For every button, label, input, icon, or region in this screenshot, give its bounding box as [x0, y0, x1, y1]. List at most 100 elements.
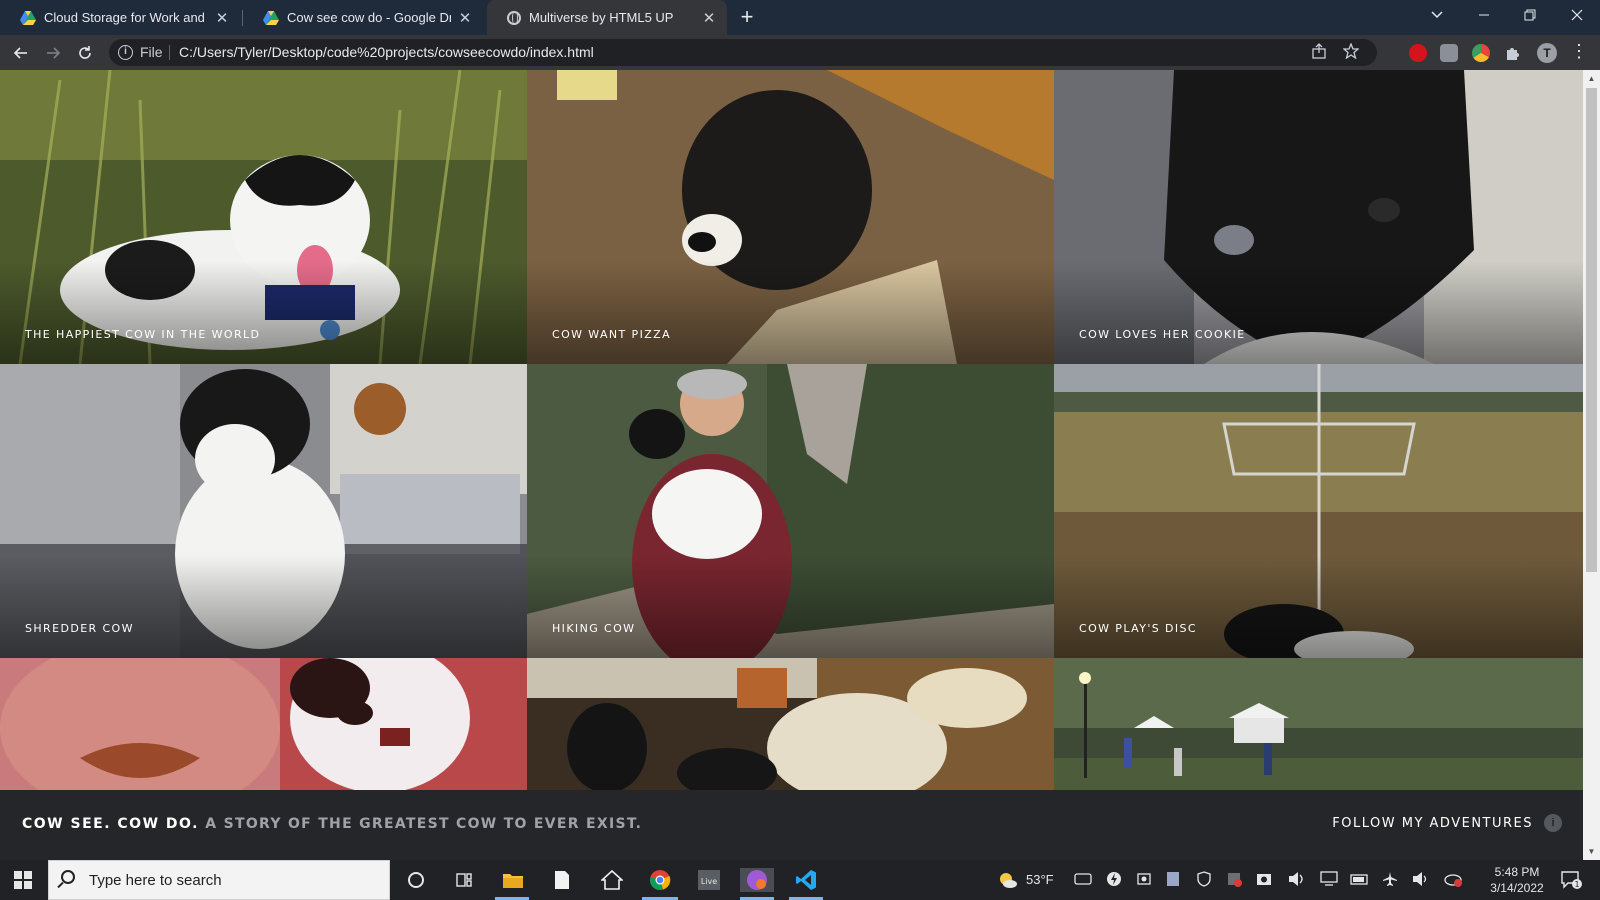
tab-cloud-storage[interactable]: Cloud Storage for Work and Home ✕: [0, 0, 240, 35]
vscode-icon[interactable]: [794, 868, 818, 892]
clock-date: 3/14/2022: [1490, 881, 1544, 895]
clock-time: 5:48 PM: [1494, 865, 1540, 879]
close-icon[interactable]: ✕: [457, 9, 473, 27]
volume-icon[interactable]: [1412, 871, 1430, 890]
tab-label: Cloud Storage for Work and Home: [44, 10, 208, 25]
close-icon[interactable]: ✕: [214, 9, 230, 27]
photo-card-disc[interactable]: COW PLAY'S DISC: [1054, 364, 1583, 658]
restore-icon: [1524, 9, 1536, 21]
tab-label: Multiverse by HTML5 UP: [529, 10, 674, 25]
game-app-icon[interactable]: [740, 868, 774, 892]
photo-grid: THE HAPPIEST COW IN THE WORLD COW WANT P…: [0, 70, 1583, 790]
info-circle-icon[interactable]: i: [1544, 814, 1562, 832]
photo-card-shredder[interactable]: SHREDDER COW: [0, 364, 527, 658]
chrome-icon[interactable]: [648, 868, 672, 892]
weather-icon[interactable]: [996, 869, 1018, 894]
tab-search-button[interactable]: [1414, 0, 1460, 35]
photo-card-selfie[interactable]: [0, 658, 527, 790]
notepad-icon[interactable]: [550, 868, 574, 892]
photo-card-cookie[interactable]: COW LOVES HER COOKIE: [1054, 70, 1583, 364]
info-icon[interactable]: i: [118, 45, 133, 60]
notification-count: 1: [1574, 880, 1579, 889]
close-icon[interactable]: ✕: [701, 9, 717, 27]
url-text[interactable]: C:/Users/Tyler/Desktop/code%20projects/c…: [179, 44, 594, 60]
scroll-down-arrow-icon[interactable]: ▼: [1583, 843, 1600, 860]
forward-button[interactable]: [39, 39, 67, 67]
back-button[interactable]: [7, 39, 35, 67]
tab-google-drive[interactable]: Cow see cow do - Google Drive ✕: [243, 0, 483, 35]
site-subtitle: A STORY OF THE GREATEST COW TO EVER EXIS…: [205, 816, 643, 832]
home-icon[interactable]: [599, 868, 625, 892]
speaker-icon[interactable]: [1288, 871, 1306, 890]
profile-avatar[interactable]: T: [1537, 43, 1557, 63]
display-icon[interactable]: [1320, 871, 1338, 890]
photo-overlay: [0, 364, 527, 658]
scheme-label: File: [140, 44, 163, 60]
windows-start-icon[interactable]: [14, 871, 32, 889]
meet-now-icon[interactable]: [1074, 871, 1092, 890]
minimize-icon: [1479, 14, 1489, 16]
extension-puzzle-grid-icon[interactable]: [1440, 44, 1458, 62]
file-explorer-icon[interactable]: [501, 868, 525, 892]
close-icon: [1571, 9, 1583, 21]
reload-button[interactable]: [71, 39, 99, 67]
photo-card-pizza[interactable]: COW WANT PIZZA: [527, 70, 1054, 364]
taskbar-search-box[interactable]: Type here to search: [48, 860, 390, 900]
pets-by-window-photo: [527, 658, 1054, 790]
battery-icon[interactable]: [1350, 871, 1370, 890]
tab-label: Cow see cow do - Google Drive: [287, 10, 451, 25]
share-icon[interactable]: [1311, 43, 1327, 64]
extensions-puzzle-icon[interactable]: [1504, 44, 1522, 62]
cortana-circle-icon[interactable]: [404, 868, 428, 892]
arrow-right-icon: [47, 47, 61, 59]
extension-color-wheel-icon[interactable]: [1472, 44, 1490, 62]
address-bar[interactable]: i File C:/Users/Tyler/Desktop/code%20pro…: [109, 39, 1377, 66]
system-clock[interactable]: 5:48 PM 3/14/2022: [1486, 864, 1548, 896]
photo-card-cats[interactable]: [527, 658, 1054, 790]
camera-icon[interactable]: [1256, 871, 1272, 890]
scroll-up-arrow-icon[interactable]: ▲: [1583, 70, 1600, 87]
power-icon[interactable]: [1106, 871, 1122, 890]
bookmark-star-icon[interactable]: [1342, 42, 1360, 64]
search-icon: [61, 870, 75, 884]
site-header: COW SEE. COW DO. A STORY OF THE GREATEST…: [0, 790, 1583, 860]
google-drive-icon: [20, 10, 36, 25]
weather-temperature[interactable]: 53°F: [1026, 872, 1054, 887]
browser-toolbar: i File C:/Users/Tyler/Desktop/code%20pro…: [0, 35, 1600, 70]
follow-link[interactable]: FOLLOW MY ADVENTURES: [1332, 816, 1533, 831]
camera-app-icon[interactable]: [1136, 871, 1152, 890]
security-alert-icon[interactable]: [1226, 871, 1242, 890]
calculator-icon[interactable]: [1166, 871, 1180, 890]
globe-icon: [507, 10, 521, 25]
photo-card-hiking[interactable]: HIKING COW: [527, 364, 1054, 658]
new-tab-button[interactable]: +: [734, 5, 760, 31]
page-scrollbar[interactable]: ▲ ▼: [1583, 70, 1600, 860]
tab-multiverse[interactable]: Multiverse by HTML5 UP ✕: [487, 0, 727, 35]
tab-strip: Cloud Storage for Work and Home ✕ Cow se…: [0, 0, 1600, 35]
photo-overlay: [1054, 364, 1583, 658]
photo-overlay: [527, 364, 1054, 658]
photo-overlay: [0, 70, 527, 364]
task-view-icon[interactable]: [452, 868, 476, 892]
scroll-thumb[interactable]: [1586, 88, 1597, 572]
site-title[interactable]: COW SEE. COW DO. A STORY OF THE GREATEST…: [22, 816, 642, 832]
extension-hand-icon[interactable]: [1409, 44, 1427, 62]
airplane-mode-icon[interactable]: [1382, 871, 1398, 890]
photo-overlay: [1054, 70, 1583, 364]
windows-taskbar: Type here to search Live 53°F 5:48 PM 3/…: [0, 860, 1600, 900]
minimize-button[interactable]: [1461, 0, 1507, 35]
shield-icon[interactable]: [1196, 871, 1212, 890]
close-window-button[interactable]: [1554, 0, 1600, 35]
more-menu-icon[interactable]: ⋮: [1570, 41, 1588, 62]
sync-error-icon[interactable]: [1444, 871, 1462, 890]
photo-caption: COW PLAY'S DISC: [1079, 622, 1197, 635]
live-app-icon[interactable]: Live: [697, 868, 721, 892]
photo-card-park[interactable]: [1054, 658, 1583, 790]
site-title-main: COW SEE. COW DO.: [22, 816, 199, 832]
park-event-photo: [1054, 658, 1583, 790]
reload-icon: [79, 46, 91, 59]
photo-card-happiest-cow[interactable]: THE HAPPIEST COW IN THE WORLD: [0, 70, 527, 364]
man-and-dog-selfie-photo: [0, 658, 527, 790]
notification-center-icon[interactable]: 1: [1560, 870, 1582, 893]
restore-button[interactable]: [1507, 0, 1553, 35]
